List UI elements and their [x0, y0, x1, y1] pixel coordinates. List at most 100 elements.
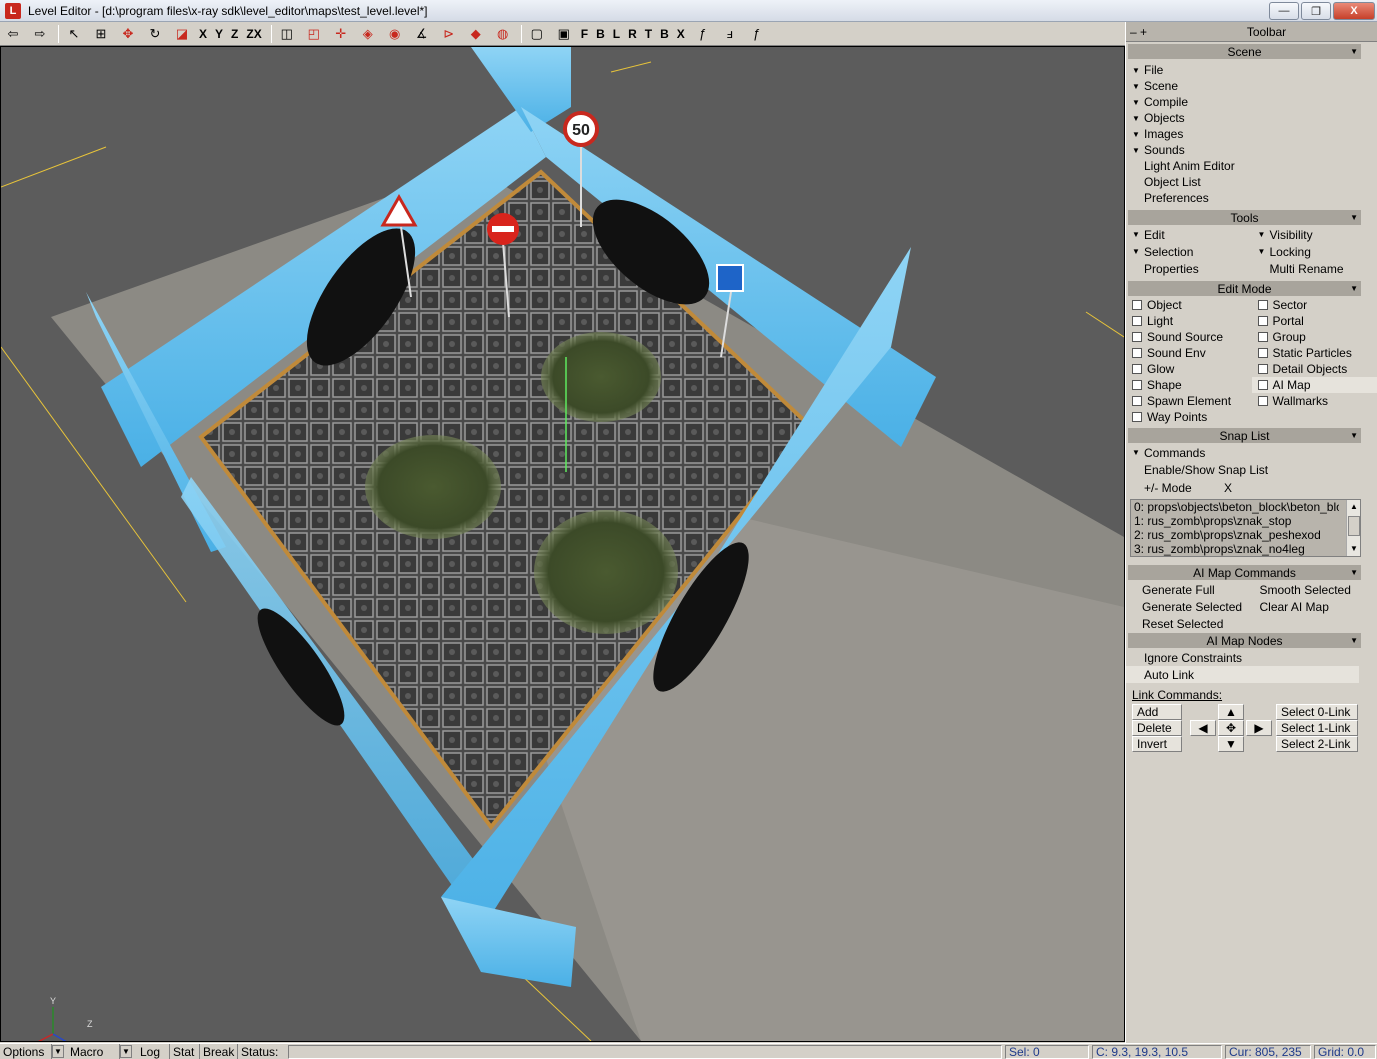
tools-selection[interactable]: ▼ Selection — [1126, 243, 1252, 260]
add-object-icon[interactable]: ⊞ — [91, 24, 111, 44]
menu-scene[interactable]: ▼ Scene — [1126, 78, 1377, 94]
arrow-down-icon[interactable]: ▼ — [1218, 736, 1244, 752]
options-button[interactable]: Options — [0, 1044, 52, 1059]
snap-list-item[interactable]: 2: rus_zomb\props\znak_peshexod — [1131, 528, 1339, 542]
scroll-thumb[interactable] — [1348, 516, 1360, 536]
edit-mode-section-header[interactable]: Edit Mode ▼ — [1128, 281, 1361, 296]
redo-icon[interactable]: ⇨ — [30, 24, 50, 44]
checkbox[interactable] — [1132, 332, 1142, 342]
move-icon[interactable]: ✥ — [118, 24, 138, 44]
ai-map-commands-header[interactable]: AI Map Commands ▼ — [1128, 565, 1361, 580]
checkbox[interactable] — [1132, 348, 1142, 358]
menu-objects[interactable]: ▼ Objects — [1126, 110, 1377, 126]
view-back-button[interactable]: B — [596, 24, 605, 44]
generate-selected-button[interactable]: Generate Selected — [1126, 598, 1252, 615]
mode-spawn-element[interactable]: Spawn Element — [1126, 393, 1252, 409]
mode-sound-source[interactable]: Sound Source — [1126, 329, 1252, 345]
snap-list-item[interactable]: 0: props\objects\beton_block\beton_blo — [1131, 500, 1339, 514]
axis-zx-button[interactable]: ZX — [246, 24, 261, 44]
link-add-button[interactable]: Add — [1132, 704, 1182, 720]
nonuniform-scale-icon[interactable]: ◰ — [304, 24, 324, 44]
tools-visibility[interactable]: ▼ Visibility — [1252, 226, 1377, 243]
checkbox[interactable] — [1257, 380, 1268, 390]
mode-light[interactable]: Light — [1126, 313, 1252, 329]
checkbox[interactable] — [1132, 396, 1142, 406]
scroll-up-icon[interactable]: ▲ — [1347, 502, 1360, 514]
reset-selected-button[interactable]: Reset Selected — [1126, 615, 1252, 632]
view-top-button[interactable]: T — [645, 24, 652, 44]
mode-wallmarks[interactable]: Wallmarks — [1252, 393, 1377, 409]
snap-list-item[interactable]: 3: rus_zomb\props\znak_no4leg — [1131, 542, 1339, 556]
generate-full-button[interactable]: Generate Full — [1126, 581, 1252, 598]
select-2-link-button[interactable]: Select 2-Link — [1276, 736, 1358, 752]
select-0-link-button[interactable]: Select 0-Link — [1276, 704, 1358, 720]
mode-ai-map[interactable]: AI Map — [1251, 377, 1377, 393]
link-invert-button[interactable]: Invert — [1132, 736, 1182, 752]
select-1-link-button[interactable]: Select 1-Link — [1276, 720, 1358, 736]
axis-z-button[interactable]: Z — [231, 24, 238, 44]
minimize-button[interactable]: — — [1269, 2, 1299, 20]
mode-sector[interactable]: Sector — [1252, 297, 1377, 313]
checkbox[interactable] — [1257, 332, 1268, 342]
link-delete-button[interactable]: Delete — [1132, 720, 1182, 736]
arrow-up-icon[interactable]: ▲ — [1218, 704, 1244, 720]
break-button[interactable]: Break — [200, 1044, 238, 1059]
checkbox[interactable] — [1132, 316, 1142, 326]
menu-images[interactable]: ▼ Images — [1126, 126, 1377, 142]
vertex-snap-icon[interactable]: ◆ — [466, 24, 486, 44]
checkbox[interactable] — [1132, 364, 1142, 374]
snap-list-scrollbar[interactable]: ▲ ▼ — [1346, 500, 1360, 556]
snap-list-item[interactable]: 1: rus_zomb\props\znak_stop — [1131, 514, 1339, 528]
collapse-expand-buttons[interactable]: – + — [1130, 25, 1160, 39]
macro-button[interactable]: Macro — [64, 1044, 120, 1059]
smooth-selected-button[interactable]: Smooth Selected — [1252, 581, 1377, 598]
scale-icon[interactable]: ◪ — [172, 24, 192, 44]
mode-static-particles[interactable]: Static Particles — [1252, 345, 1377, 361]
snap-grid-icon[interactable]: ✛ — [331, 24, 351, 44]
tools-multi-rename[interactable]: Multi Rename — [1252, 260, 1377, 277]
3d-viewport[interactable]: 50 Y Z — [0, 46, 1125, 1042]
move-to-snap-icon[interactable]: ⊳ — [439, 24, 459, 44]
camera-mode-1-icon[interactable]: ƒ — [693, 24, 713, 44]
tools-properties[interactable]: Properties — [1126, 260, 1252, 277]
checkbox[interactable] — [1257, 300, 1268, 310]
menu-light-anim-editor[interactable]: Light Anim Editor — [1126, 158, 1377, 174]
tools-locking[interactable]: ▼ Locking — [1252, 243, 1377, 260]
snap-list-section-header[interactable]: Snap List ▼ — [1128, 428, 1361, 443]
clear-ai-map-button[interactable]: Clear AI Map — [1252, 598, 1377, 615]
ai-map-nodes-header[interactable]: AI Map Nodes ▼ — [1128, 633, 1361, 648]
mode-object[interactable]: Object — [1126, 297, 1252, 313]
auto-link-button[interactable]: Auto Link — [1126, 666, 1359, 683]
view-front-button[interactable]: F — [581, 24, 588, 44]
normal-snap-icon[interactable]: ◉ — [385, 24, 405, 44]
ignore-constraints-button[interactable]: Ignore Constraints — [1126, 649, 1377, 666]
mode-way-points[interactable]: Way Points — [1126, 409, 1252, 425]
enable-show-snap-list[interactable]: Enable/Show Snap List — [1126, 461, 1377, 478]
mode-detail-objects[interactable]: Detail Objects — [1252, 361, 1377, 377]
snap-commands[interactable]: ▼ Commands — [1126, 444, 1377, 461]
grid-snap-icon[interactable]: ◍ — [493, 24, 513, 44]
menu-sounds[interactable]: ▼ Sounds — [1126, 142, 1377, 158]
menu-compile[interactable]: ▼ Compile — [1126, 94, 1377, 110]
view-left-button[interactable]: L — [613, 24, 620, 44]
arrow-right-icon[interactable]: ▶ — [1246, 720, 1272, 736]
checkbox[interactable] — [1257, 348, 1268, 358]
object-snap-icon[interactable]: ◈ — [358, 24, 378, 44]
options-dropdown-icon[interactable]: ▼ — [52, 1045, 64, 1058]
menu-file[interactable]: ▼ File — [1126, 62, 1377, 78]
maximize-button[interactable]: ❐ — [1301, 2, 1331, 20]
mode-portal[interactable]: Portal — [1252, 313, 1377, 329]
menu-preferences[interactable]: Preferences — [1126, 190, 1377, 206]
snap-clear-button[interactable]: X — [1224, 481, 1232, 495]
mode-glow[interactable]: Glow — [1126, 361, 1252, 377]
checkbox[interactable] — [1257, 396, 1268, 406]
select-arrow-icon[interactable]: ↖ — [64, 24, 84, 44]
scene-section-header[interactable]: Scene ▼ — [1128, 44, 1361, 59]
angle-snap-icon[interactable]: ∡ — [412, 24, 432, 44]
checkbox[interactable] — [1257, 316, 1268, 326]
scroll-down-icon[interactable]: ▼ — [1347, 544, 1360, 556]
menu-object-list[interactable]: Object List — [1126, 174, 1377, 190]
checkbox[interactable] — [1132, 412, 1142, 422]
axis-y-button[interactable]: Y — [215, 24, 223, 44]
tools-edit[interactable]: ▼ Edit — [1126, 226, 1252, 243]
